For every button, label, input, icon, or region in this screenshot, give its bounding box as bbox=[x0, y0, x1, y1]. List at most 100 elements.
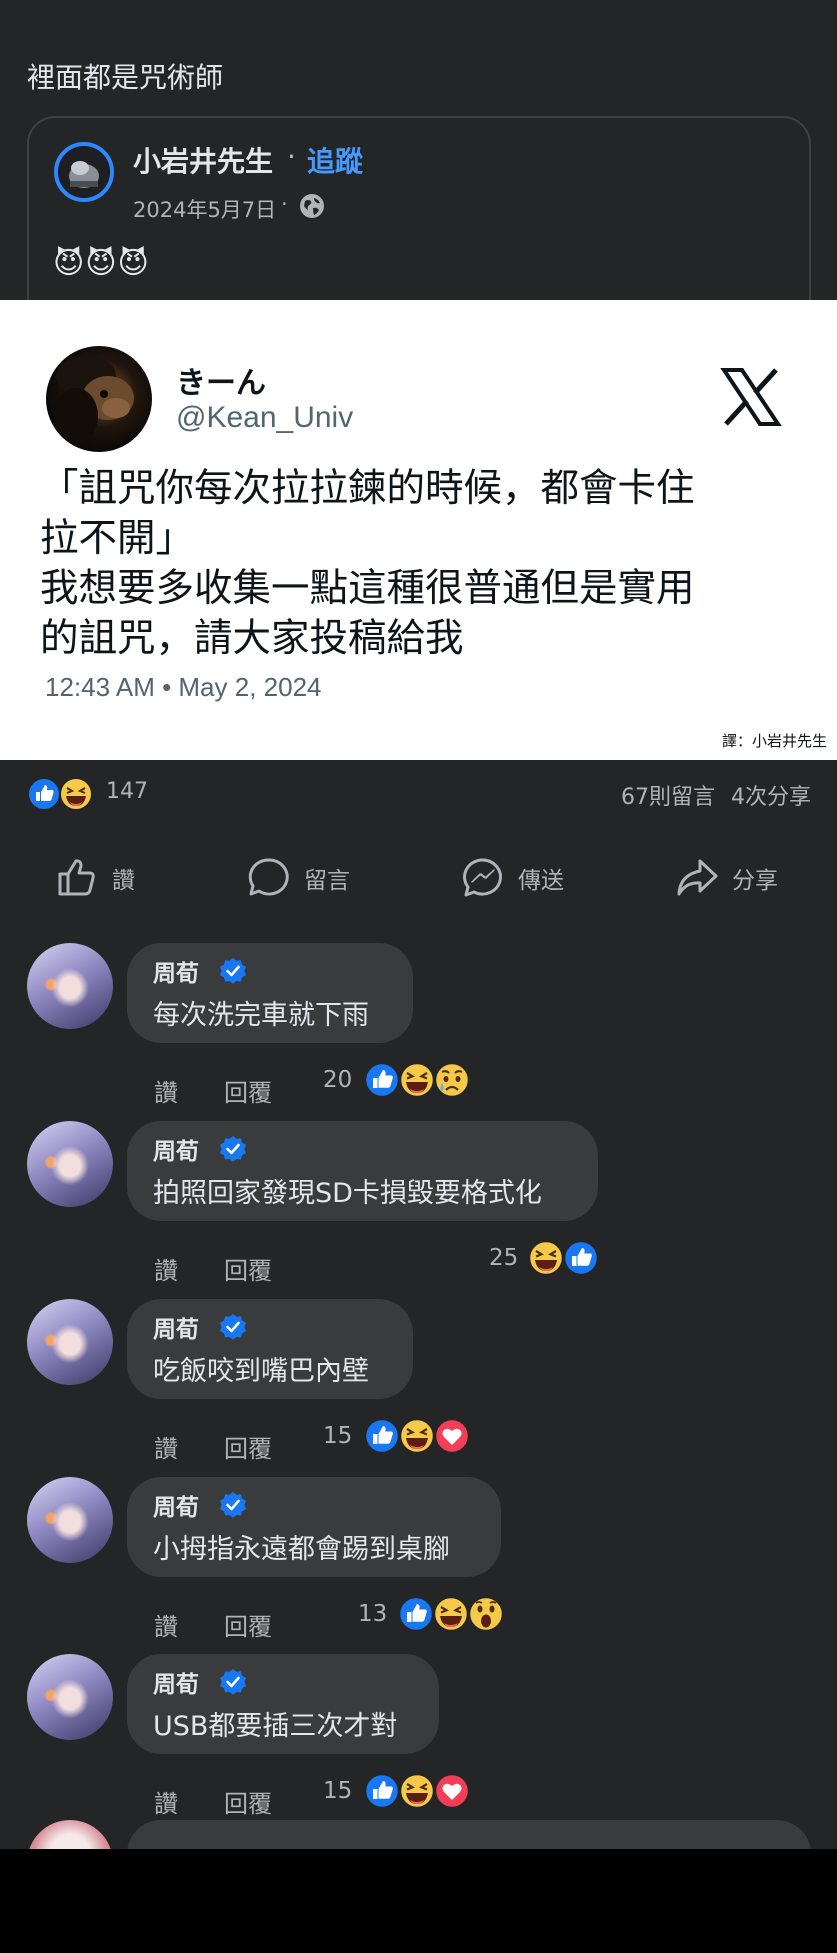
like-label: 讚 bbox=[112, 868, 135, 894]
haha-reaction-icon bbox=[59, 777, 93, 811]
send-button[interactable]: 傳送 bbox=[460, 850, 564, 906]
post-action-bar: 讚 留言 傳送 分享 bbox=[0, 850, 837, 906]
commenter-avatar[interactable] bbox=[27, 1477, 113, 1563]
comment-reactions[interactable] bbox=[362, 1416, 472, 1456]
comment-item: 周荀 拍照回家發現SD卡損毀要格式化 讚 回覆 25 bbox=[0, 1121, 837, 1299]
comment-reaction-count: 25 bbox=[489, 1245, 519, 1271]
share-button[interactable]: 分享 bbox=[674, 850, 778, 906]
x-logo-icon bbox=[720, 368, 782, 426]
verified-badge-icon bbox=[220, 1136, 246, 1162]
tweet-text: 「詛咒你每次拉拉鍊的時候，都會卡住 拉不開」 我想要多收集一點這種很普通但是實用… bbox=[40, 466, 695, 661]
comment-reactions[interactable] bbox=[396, 1594, 506, 1634]
thumbs-up-icon bbox=[58, 859, 95, 896]
comment-button[interactable]: 留言 bbox=[246, 850, 350, 906]
comment-label: 留言 bbox=[304, 868, 350, 894]
shared-post-date[interactable]: 2024年5月7日 bbox=[133, 194, 276, 224]
love-reaction-icon bbox=[433, 1772, 471, 1810]
like-reaction-icon bbox=[27, 777, 61, 811]
haha-reaction-icon bbox=[432, 1595, 470, 1633]
like-reaction-icon bbox=[562, 1239, 600, 1277]
share-arrow-icon bbox=[677, 859, 718, 896]
like-reaction-icon bbox=[363, 1417, 401, 1455]
comment-bubble[interactable]: 周荀 吃飯咬到嘴巴內壁 bbox=[127, 1299, 413, 1399]
comment-reaction-count: 15 bbox=[323, 1778, 353, 1804]
post-caption: 裡面都是咒術師 bbox=[27, 61, 224, 94]
tweet-author-avatar bbox=[46, 346, 152, 452]
shared-author-name[interactable]: 小岩井先生 bbox=[133, 140, 273, 180]
tweet-screenshot-image[interactable]: きーん @Kean_Univ 「詛咒你每次拉拉鍊的時候，都會卡住 拉不開」 我想… bbox=[0, 300, 837, 760]
share-count[interactable]: 4次分享 bbox=[731, 785, 811, 810]
haha-reaction-icon bbox=[398, 1417, 436, 1455]
comment-text: 吃飯咬到嘴巴內壁 bbox=[153, 1356, 369, 1387]
sad-reaction-icon bbox=[433, 1061, 471, 1099]
separator-dot: · bbox=[281, 192, 288, 216]
messenger-icon bbox=[463, 858, 502, 897]
translator-credit: 譯：小岩井先生 bbox=[721, 732, 827, 750]
haha-reaction-icon bbox=[527, 1239, 565, 1277]
comment-reply-button[interactable]: 回覆 bbox=[224, 1429, 272, 1464]
comment-like-button[interactable]: 讚 bbox=[154, 1784, 178, 1819]
comment-reaction-count: 20 bbox=[323, 1067, 353, 1093]
commenter-name[interactable]: 周荀 bbox=[153, 954, 199, 988]
comment-reaction-count: 13 bbox=[358, 1601, 388, 1627]
comment-bubble-icon bbox=[248, 858, 289, 896]
tweet-handle: @Kean_Univ bbox=[176, 401, 354, 434]
comment-reactions[interactable] bbox=[362, 1771, 472, 1811]
comment-item: 周荀 吃飯咬到嘴巴內壁 讚 回覆 15 bbox=[0, 1299, 837, 1477]
bottom-black-bar bbox=[0, 1849, 837, 1953]
comment-bubble[interactable]: 周荀 小拇指永遠都會踢到桌腳 bbox=[127, 1477, 501, 1577]
haha-reaction-icon bbox=[398, 1061, 436, 1099]
shared-post-text: 😈😈😈 bbox=[53, 246, 150, 281]
comment-reply-button[interactable]: 回覆 bbox=[224, 1073, 272, 1108]
commenter-avatar[interactable] bbox=[27, 1299, 113, 1385]
verified-badge-icon bbox=[220, 1669, 246, 1695]
love-reaction-icon bbox=[433, 1417, 471, 1455]
like-reaction-icon bbox=[363, 1772, 401, 1810]
comment-like-button[interactable]: 讚 bbox=[154, 1073, 178, 1108]
commenter-avatar[interactable] bbox=[27, 943, 113, 1029]
comment-reactions[interactable] bbox=[362, 1060, 472, 1100]
wow-reaction-icon bbox=[467, 1595, 505, 1633]
follow-button[interactable]: 追蹤 bbox=[307, 140, 363, 180]
reaction-count: 147 bbox=[106, 779, 148, 804]
verified-badge-icon bbox=[220, 958, 246, 984]
comment-bubble[interactable]: 周荀 USB都要插三次才對 bbox=[127, 1654, 439, 1754]
comment-reactions[interactable] bbox=[526, 1238, 601, 1278]
like-reaction-icon bbox=[397, 1595, 435, 1633]
tweet-display-name: きーん bbox=[176, 366, 266, 401]
commenter-name[interactable]: 周荀 bbox=[153, 1665, 199, 1699]
comment-reaction-count: 15 bbox=[323, 1423, 353, 1449]
comment-reply-button[interactable]: 回覆 bbox=[224, 1251, 272, 1286]
comment-text: 拍照回家發現SD卡損毀要格式化 bbox=[153, 1178, 542, 1209]
shared-post-card[interactable]: 小岩井先生 · 追蹤 2024年5月7日 · 😈😈😈 bbox=[27, 116, 811, 316]
like-button[interactable]: 讚 bbox=[54, 850, 135, 906]
verified-badge-icon bbox=[220, 1314, 246, 1340]
tweet-timestamp: 12:43 AM • May 2, 2024 bbox=[45, 672, 322, 702]
facebook-post-page: 裡面都是咒術師 小岩井先生 · 追蹤 2024年5月7日 · 😈😈😈 きーん @… bbox=[0, 0, 837, 1953]
comment-text: USB都要插三次才對 bbox=[153, 1711, 398, 1742]
comment-bubble[interactable]: 周荀 拍照回家發現SD卡損毀要格式化 bbox=[127, 1121, 598, 1221]
comment-item: 周荀 每次洗完車就下雨 讚 回覆 20 bbox=[0, 943, 837, 1121]
comment-reply-button[interactable]: 回覆 bbox=[224, 1607, 272, 1642]
comment-reply-button[interactable]: 回覆 bbox=[224, 1784, 272, 1819]
commenter-avatar[interactable] bbox=[27, 1121, 113, 1207]
engagement-stats[interactable]: 67則留言 4次分享 bbox=[621, 779, 811, 811]
comment-bubble[interactable]: 周荀 每次洗完車就下雨 bbox=[127, 943, 413, 1043]
globe-icon bbox=[300, 194, 324, 218]
comment-item: 周荀 小拇指永遠都會踢到桌腳 讚 回覆 13 bbox=[0, 1477, 837, 1655]
comment-count[interactable]: 67則留言 bbox=[621, 785, 715, 810]
comment-like-button[interactable]: 讚 bbox=[154, 1429, 178, 1464]
comment-like-button[interactable]: 讚 bbox=[154, 1607, 178, 1642]
commenter-name[interactable]: 周荀 bbox=[153, 1488, 199, 1522]
comment-like-button[interactable]: 讚 bbox=[154, 1251, 178, 1286]
send-label: 傳送 bbox=[518, 868, 564, 894]
comment-text: 小拇指永遠都會踢到桌腳 bbox=[153, 1534, 450, 1565]
commenter-name[interactable]: 周荀 bbox=[153, 1132, 199, 1166]
separator-dot: · bbox=[287, 140, 296, 173]
comment-item: 周荀 USB都要插三次才對 讚 回覆 15 bbox=[0, 1654, 837, 1832]
verified-badge-icon bbox=[220, 1492, 246, 1518]
shared-author-avatar[interactable] bbox=[54, 142, 114, 202]
commenter-name[interactable]: 周荀 bbox=[153, 1310, 199, 1344]
commenter-avatar[interactable] bbox=[27, 1654, 113, 1740]
reaction-icons bbox=[27, 777, 93, 811]
